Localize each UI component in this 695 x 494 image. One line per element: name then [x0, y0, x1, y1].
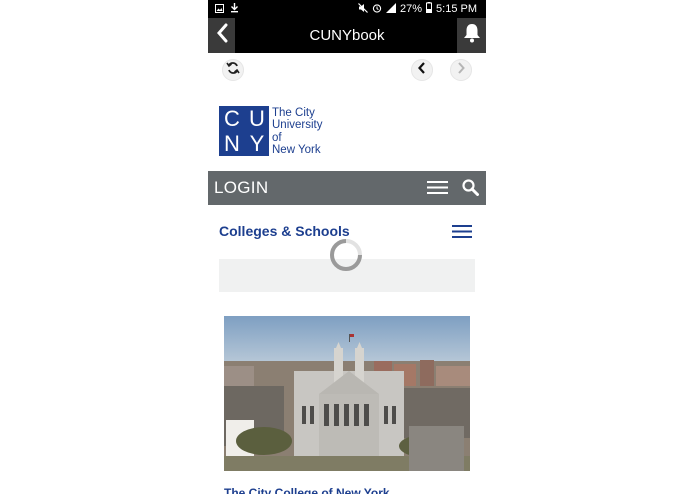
alarm-icon	[372, 3, 382, 16]
battery-percent: 27%	[400, 3, 423, 15]
clock-time: 5:15 PM	[436, 3, 477, 15]
notifications-button[interactable]	[457, 18, 486, 53]
phone-screen: 27% 5:15 PM CUNYbook C U N Y The City Un…	[208, 0, 486, 494]
next-page-button[interactable]	[450, 59, 472, 81]
app-bar: CUNYbook	[208, 18, 486, 53]
chevron-left-icon	[216, 23, 228, 48]
search-icon[interactable]	[462, 179, 479, 201]
refresh-icon	[226, 61, 240, 80]
previous-page-button[interactable]	[411, 59, 433, 81]
college-caption[interactable]: The City College of New York	[224, 486, 390, 494]
logo-letter: N	[224, 131, 240, 156]
image-icon	[215, 3, 224, 16]
status-bar: 27% 5:15 PM	[208, 0, 486, 18]
campus-photo[interactable]	[224, 316, 470, 471]
logo-line: New York	[272, 143, 321, 156]
hamburger-menu-icon[interactable]	[452, 225, 472, 243]
chevron-right-icon	[456, 61, 466, 79]
logo-wordmark: The City University of New York	[272, 107, 322, 156]
chevron-left-icon	[417, 61, 427, 79]
login-bar: LOGIN	[208, 171, 486, 205]
logo-line: The City	[272, 107, 315, 119]
back-button[interactable]	[208, 18, 235, 53]
refresh-button[interactable]	[222, 59, 244, 81]
logo-letter: U	[249, 106, 265, 131]
download-icon	[230, 3, 239, 16]
cuny-logo[interactable]: C U N Y The City University of New York	[219, 106, 322, 156]
spinner-icon	[329, 238, 363, 272]
bell-icon	[463, 23, 481, 48]
logo-monogram: C U N Y	[219, 106, 269, 156]
hamburger-menu-icon[interactable]	[427, 180, 448, 200]
logo-letter: C	[224, 106, 240, 131]
battery-icon	[426, 2, 433, 16]
logo-line: University	[272, 119, 323, 132]
logo-letter: Y	[249, 131, 265, 156]
logo-line: of	[272, 131, 282, 144]
app-title: CUNYbook	[309, 27, 385, 44]
mute-icon	[358, 2, 368, 16]
signal-icon	[386, 2, 396, 16]
browser-nav-row	[208, 53, 486, 89]
login-link[interactable]: LOGIN	[214, 171, 268, 205]
section-title: Colleges & Schools	[219, 223, 350, 239]
